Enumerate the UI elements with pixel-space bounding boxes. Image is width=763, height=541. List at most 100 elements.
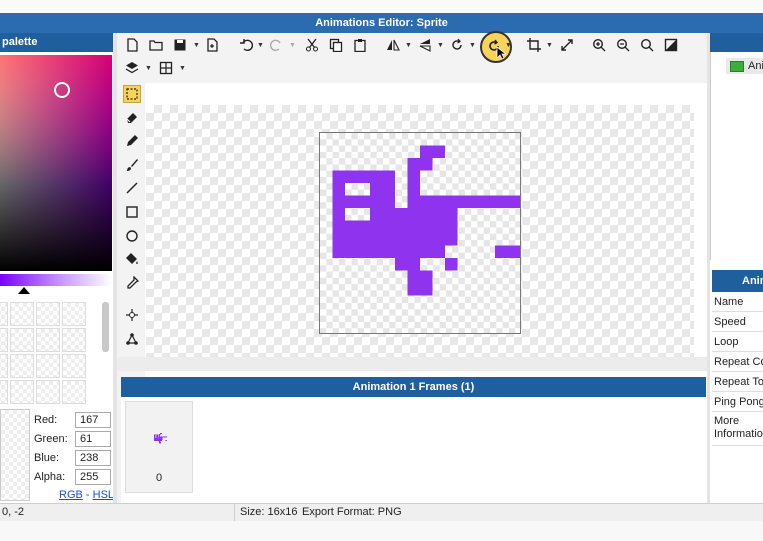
copy-icon[interactable] (327, 36, 345, 54)
animation-item-icon (730, 60, 744, 72)
rotate2-dropdown-caret-icon[interactable]: ▼ (505, 42, 512, 49)
sprite-pixel (160, 436, 161, 438)
sprite-pixel (160, 436, 162, 438)
open-folder-icon[interactable] (147, 36, 165, 54)
red-input[interactable]: 167 (75, 412, 111, 428)
grid-icon[interactable] (157, 59, 175, 77)
line-tool-icon[interactable] (123, 179, 141, 197)
sprite-canvas[interactable] (319, 132, 521, 334)
palette-swatch[interactable] (10, 328, 34, 352)
fill-screen-icon[interactable] (662, 36, 680, 54)
sprite-pixel (345, 170, 358, 183)
sprite-pixel (457, 195, 470, 208)
sprite-pixel (161, 440, 163, 442)
cut-icon[interactable] (303, 36, 321, 54)
property-label: Repeat Co (712, 352, 763, 372)
property-label: Ping Pong (712, 392, 763, 412)
palette-swatch[interactable] (36, 354, 60, 378)
sprite-pixel (158, 438, 160, 439)
sprite-pixel (159, 436, 160, 438)
sprite-pixel (162, 436, 164, 438)
rectangle-tool-icon[interactable] (123, 203, 141, 221)
undo-icon[interactable] (237, 36, 255, 54)
palette-swatch[interactable] (36, 302, 60, 326)
rotate-icon[interactable] (448, 36, 466, 54)
crop-dropdown-caret-icon[interactable]: ▼ (546, 42, 553, 49)
sprite-pixel (155, 439, 157, 441)
sprite-pixel (157, 439, 159, 441)
paste-icon[interactable] (351, 36, 369, 54)
palette-swatch[interactable] (0, 354, 8, 378)
palette-swatch[interactable] (10, 354, 34, 378)
color-picker-handle[interactable] (54, 82, 70, 98)
grid-dropdown-caret-icon[interactable]: ▼ (179, 65, 186, 72)
hue-slider[interactable] (0, 274, 112, 286)
sprite-pixel (159, 435, 160, 437)
export-icon[interactable] (203, 36, 221, 54)
palette-swatch[interactable] (0, 380, 8, 404)
sprite-pixel (160, 439, 162, 441)
zoom-out-icon[interactable] (614, 36, 632, 54)
sprite-pixel (154, 438, 156, 439)
sprite-pixel (154, 436, 156, 438)
ellipse-tool-icon[interactable] (123, 227, 141, 245)
save-dropdown-caret-icon[interactable]: ▼ (193, 42, 200, 49)
sprite-pixel (420, 233, 433, 246)
anchor-tool-icon[interactable] (123, 306, 141, 324)
crop-icon[interactable] (525, 36, 543, 54)
rotate-dropdown-caret-icon[interactable]: ▼ (469, 42, 476, 49)
redo-icon[interactable] (268, 36, 286, 54)
undo-dropdown-caret-icon[interactable]: ▼ (257, 42, 264, 49)
palette-swatch[interactable] (0, 302, 8, 326)
sprite-pixel (370, 245, 383, 258)
hsl-mode-link[interactable]: HSL (93, 489, 114, 501)
palette-swatch[interactable] (62, 380, 86, 404)
eyedropper-tool-icon[interactable] (123, 274, 141, 292)
alpha-input[interactable]: 255 (75, 469, 111, 485)
palette-swatch[interactable] (62, 302, 86, 326)
redo-dropdown-caret-icon[interactable]: ▼ (289, 42, 296, 49)
flip-v-dropdown-caret-icon[interactable]: ▼ (437, 42, 444, 49)
layers-dropdown-caret-icon[interactable]: ▼ (145, 65, 152, 72)
fill-tool-icon[interactable] (123, 250, 141, 268)
rgb-mode-link[interactable]: RGB (59, 489, 83, 501)
palette-swatch[interactable] (36, 328, 60, 352)
palette-swatch[interactable] (36, 380, 60, 404)
zoom-fit-icon[interactable] (638, 36, 656, 54)
flip-dropdown-caret-icon[interactable]: ▼ (405, 42, 412, 49)
palette-swatch[interactable] (10, 302, 34, 326)
palette-swatch[interactable] (62, 328, 86, 352)
hue-slider-arrow-icon[interactable] (18, 287, 30, 294)
pencil-tool-icon[interactable] (123, 132, 141, 150)
sprite-pixel (153, 439, 155, 441)
new-file-icon[interactable] (123, 36, 141, 54)
sprite-pixel (345, 233, 358, 246)
sprite-pixel (445, 195, 458, 208)
blue-input[interactable]: 238 (75, 450, 111, 466)
save-icon[interactable] (171, 36, 189, 54)
flip-vertical-icon[interactable] (416, 36, 434, 54)
sprite-pixel (158, 439, 160, 440)
palette-swatch[interactable] (10, 380, 34, 404)
palette-swatch[interactable] (0, 328, 8, 352)
status-separator (234, 504, 235, 521)
alpha-label: Alpha: (34, 471, 66, 483)
node-tool-icon[interactable] (123, 330, 141, 348)
sprite-pixel (395, 208, 408, 221)
eraser-tool-icon[interactable] (123, 108, 141, 126)
current-color-preview (0, 409, 30, 501)
sprite-pixel (156, 434, 158, 436)
layers-icon[interactable] (123, 59, 141, 77)
resize-icon[interactable] (558, 36, 576, 54)
green-input[interactable]: 61 (75, 431, 111, 447)
sprite-pixel (161, 437, 163, 439)
palette-swatch[interactable] (62, 354, 86, 378)
sprite-pixel (160, 438, 162, 439)
sprite-pixel (420, 158, 433, 171)
flip-horizontal-icon[interactable] (384, 36, 402, 54)
swatch-scrollbar[interactable] (102, 302, 109, 352)
select-tool-icon[interactable] (123, 85, 141, 103)
brush-tool-icon[interactable] (123, 156, 141, 174)
zoom-in-icon[interactable] (590, 36, 608, 54)
animation-list-item[interactable]: Ani (726, 58, 763, 74)
